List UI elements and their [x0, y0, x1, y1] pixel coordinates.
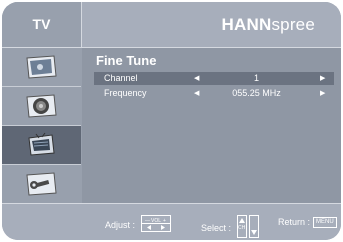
brand-light: spree	[271, 15, 315, 34]
select-hint: Select : CH	[201, 215, 259, 240]
adjust-label: Adjust :	[105, 219, 136, 230]
menu-key: MENU	[313, 217, 337, 229]
return-label: Return :	[278, 217, 311, 227]
picture-icon	[26, 55, 57, 79]
right-arrow-icon[interactable]: ▶	[320, 87, 325, 100]
sidebar-item-audio[interactable]	[2, 87, 81, 126]
audio-icon	[26, 94, 57, 118]
volume-keys-icon: — VOL +	[140, 215, 171, 236]
menu-row-channel[interactable]: Channel ◀ 1 ▶	[94, 72, 334, 85]
menu-title: Fine Tune	[96, 53, 157, 68]
section-label: TV	[2, 2, 82, 47]
tools-icon	[26, 172, 57, 196]
tv-icon	[28, 132, 55, 156]
adjust-hint: Adjust : — VOL +	[105, 215, 171, 236]
sidebar	[2, 48, 83, 204]
ch-key-label: CH	[238, 225, 246, 231]
channel-keys-icon: CH	[236, 215, 259, 240]
right-arrow-icon[interactable]: ▶	[320, 72, 325, 85]
return-hint: Return : MENU	[278, 215, 337, 229]
osd-window: TV HANNspree Fine Tune Channel ◀ 1 ▶ Fre…	[2, 2, 341, 240]
channel-value: 1	[253, 73, 259, 83]
select-label: Select :	[201, 222, 232, 233]
svg-text:+: +	[163, 218, 166, 224]
left-arrow-icon[interactable]: ◀	[194, 72, 199, 85]
brand-logo: HANNspree	[222, 15, 315, 35]
header-bar: TV HANNspree	[2, 2, 341, 48]
sidebar-item-tv[interactable]	[2, 126, 81, 165]
brand-bold: HANN	[221, 15, 272, 34]
frequency-label: Frequency	[104, 88, 147, 98]
left-arrow-icon[interactable]: ◀	[194, 87, 199, 100]
channel-label: Channel	[104, 73, 138, 83]
sidebar-item-picture[interactable]	[2, 48, 81, 87]
sidebar-item-tools[interactable]	[2, 165, 81, 204]
vol-key-label: VOL	[151, 218, 161, 224]
menu-panel: Fine Tune Channel ◀ 1 ▶ Frequency ◀ 055.…	[82, 48, 341, 203]
svg-text:—: —	[145, 218, 150, 224]
frequency-value: 055.25 MHz	[232, 88, 281, 98]
footer-bar: Adjust : — VOL + Select : CH Return: ME…	[2, 203, 341, 240]
menu-row-frequency[interactable]: Frequency ◀ 055.25 MHz ▶	[94, 87, 334, 100]
